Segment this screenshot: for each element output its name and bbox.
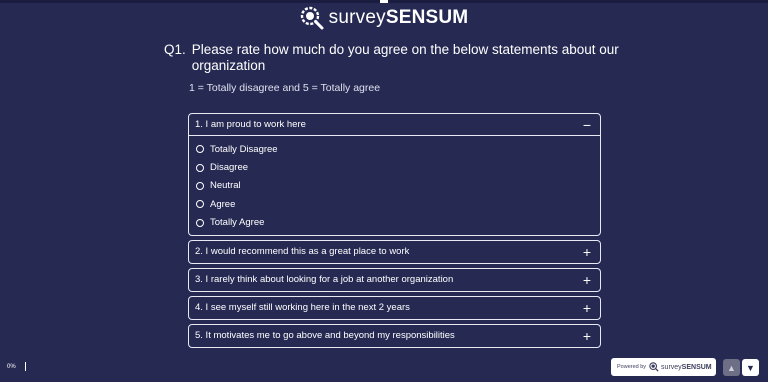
statement-header[interactable]: 1. I am proud to work here − bbox=[189, 114, 600, 136]
statement-label: 1. I am proud to work here bbox=[195, 119, 306, 130]
chevron-down-icon: ▼ bbox=[746, 362, 755, 373]
previous-button[interactable]: ▲ bbox=[723, 359, 740, 376]
top-notch bbox=[380, 0, 388, 3]
magnifier-logo-icon bbox=[649, 362, 659, 372]
option-neutral[interactable]: Neutral bbox=[196, 177, 600, 195]
brand-name-light: survey bbox=[328, 7, 386, 28]
statement-header[interactable]: 4. I see myself still working here in th… bbox=[189, 297, 600, 319]
statement-item: 2. I would recommend this as a great pla… bbox=[188, 239, 601, 264]
radio-icon[interactable] bbox=[196, 145, 204, 154]
next-button[interactable]: ▼ bbox=[742, 359, 759, 376]
progress-bar bbox=[24, 362, 26, 371]
statement-label: 3. I rarely think about looking for a jo… bbox=[195, 274, 454, 286]
collapse-icon[interactable]: − bbox=[581, 118, 593, 132]
question-text: Please rate how much do you agree on the… bbox=[191, 42, 619, 73]
option-disagree[interactable]: Disagree bbox=[196, 158, 600, 176]
brand-logo: surveySENSUM bbox=[0, 6, 768, 30]
powered-brand-bold: SENSUM bbox=[681, 363, 712, 371]
brand-name: surveySENSUM bbox=[329, 7, 469, 29]
statement-header[interactable]: 3. I rarely think about looking for a jo… bbox=[189, 269, 600, 291]
progress-indicator: 0% bbox=[7, 362, 26, 371]
option-label: Neutral bbox=[210, 180, 241, 192]
option-label: Disagree bbox=[210, 162, 249, 174]
expand-icon[interactable]: + bbox=[581, 245, 593, 259]
powered-by-label: Powered by bbox=[617, 364, 647, 370]
option-totally-agree[interactable]: Totally Agree bbox=[196, 214, 600, 232]
option-label: Totally Disagree bbox=[210, 143, 278, 155]
expand-icon[interactable]: + bbox=[581, 273, 593, 287]
statement-header[interactable]: 5. It motivates me to go above and beyon… bbox=[189, 325, 600, 347]
powered-by-brand: surveySENSUM bbox=[661, 364, 712, 371]
powered-brand-light: survey bbox=[661, 363, 682, 371]
powered-by-badge[interactable]: Powered by surveySENSUM bbox=[611, 358, 716, 376]
progress-text: 0% bbox=[7, 363, 16, 370]
radio-icon[interactable] bbox=[196, 218, 204, 227]
question-number: Q1. bbox=[164, 42, 186, 57]
top-bar bbox=[0, 0, 768, 3]
scale-hint: 1 = Totally disagree and 5 = Totally agr… bbox=[189, 82, 381, 94]
option-label: Agree bbox=[210, 198, 236, 210]
statement-header[interactable]: 2. I would recommend this as a great pla… bbox=[189, 241, 600, 263]
radio-icon[interactable] bbox=[196, 163, 204, 172]
chevron-up-icon: ▲ bbox=[727, 362, 736, 373]
radio-icon[interactable] bbox=[196, 200, 204, 209]
expand-icon[interactable]: + bbox=[581, 301, 593, 315]
option-totally-disagree[interactable]: Totally Disagree bbox=[196, 140, 600, 158]
expand-icon[interactable]: + bbox=[581, 329, 593, 343]
statement-label: 5. It motivates me to go above and beyon… bbox=[195, 330, 455, 342]
question-header: Q1. Please rate how much do you agree on… bbox=[164, 42, 624, 74]
statement-item: 1. I am proud to work here − Totally Dis… bbox=[188, 113, 601, 236]
magnifier-logo-icon bbox=[300, 6, 324, 30]
statement-item: 3. I rarely think about looking for a jo… bbox=[188, 267, 601, 292]
statement-list: 1. I am proud to work here − Totally Dis… bbox=[188, 113, 601, 352]
brand-name-bold: SENSUM bbox=[385, 7, 469, 28]
statement-item: 4. I see myself still working here in th… bbox=[188, 295, 601, 320]
statement-item: 5. It motivates me to go above and beyon… bbox=[188, 323, 601, 348]
statement-label: 2. I would recommend this as a great pla… bbox=[195, 246, 410, 258]
option-list: Totally Disagree Disagree Neutral Agree … bbox=[189, 136, 600, 235]
footer-bar: 0% Powered by surveySENSUM ▲ ▼ bbox=[0, 354, 768, 382]
radio-icon[interactable] bbox=[196, 181, 204, 190]
option-label: Totally Agree bbox=[210, 217, 265, 229]
option-agree[interactable]: Agree bbox=[196, 195, 600, 213]
statement-label: 4. I see myself still working here in th… bbox=[195, 302, 410, 314]
